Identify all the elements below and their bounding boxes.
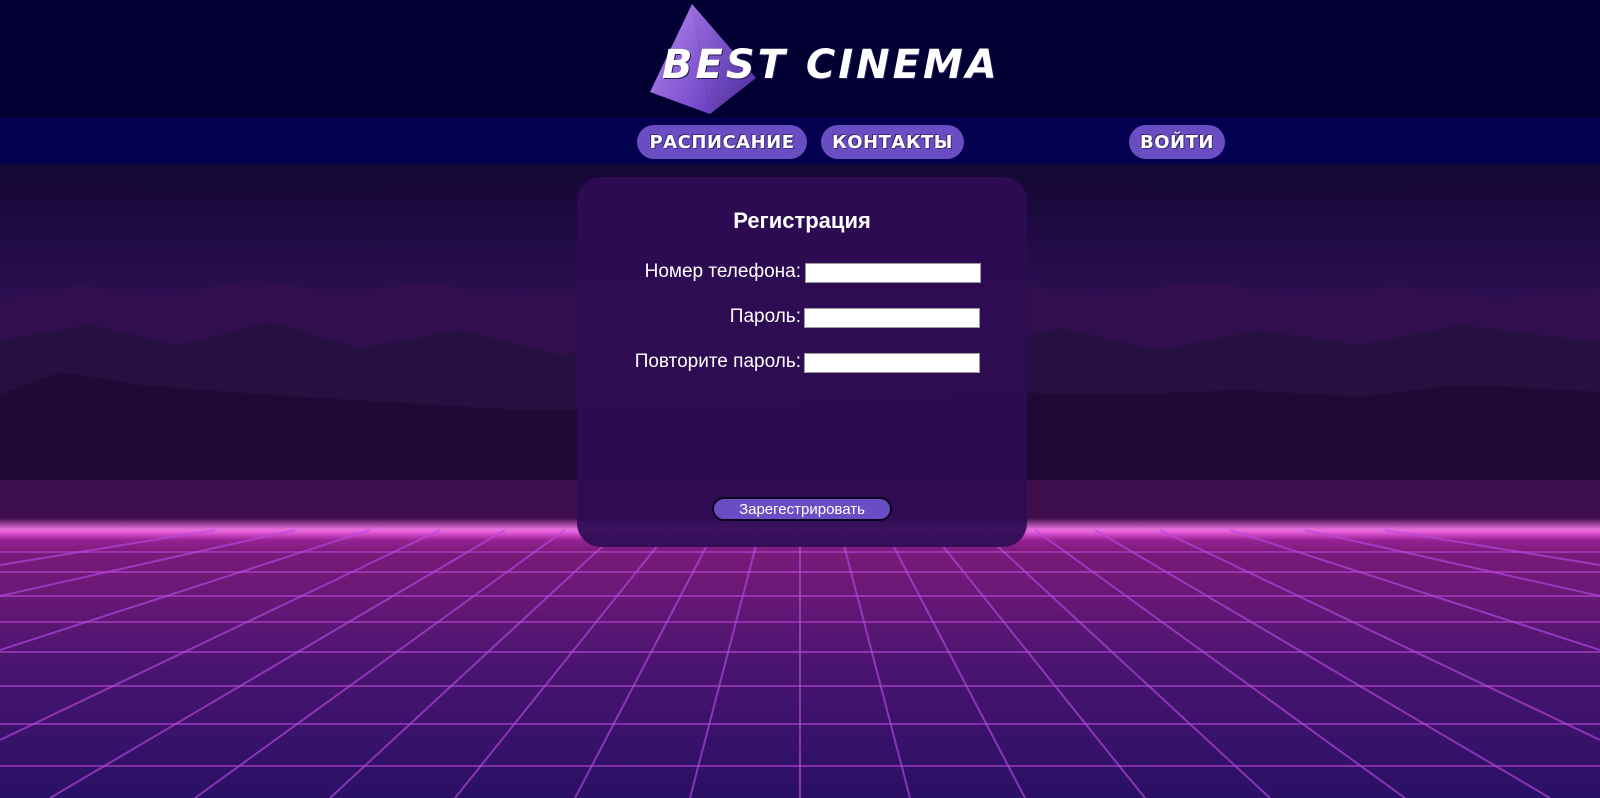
- phone-row: Номер телефона:: [577, 261, 1027, 283]
- logo-text: BEST CINEMA: [662, 42, 1000, 88]
- password-row: Пароль:: [577, 306, 1027, 328]
- site-logo[interactable]: BEST CINEMA: [648, 2, 997, 118]
- phone-label: Номер телефона:: [644, 261, 801, 282]
- logo-word-best: BEST: [662, 42, 788, 88]
- registration-panel: Регистрация Номер телефона: Пароль: Повт…: [577, 177, 1027, 547]
- password-label: Пароль:: [729, 306, 801, 327]
- main-nav: РАСПИСАНИЕ КОНТАКТЫ ВОЙТИ: [0, 118, 1600, 164]
- nav-schedule-button[interactable]: РАСПИСАНИЕ: [637, 125, 807, 159]
- registration-title: Регистрация: [733, 208, 871, 233]
- repeat-password-label: Повторите пароль:: [634, 351, 801, 372]
- password-input[interactable]: [804, 308, 980, 328]
- nav-contacts-button[interactable]: КОНТАКТЫ: [821, 125, 964, 159]
- phone-input[interactable]: [805, 263, 981, 283]
- nav-login-button[interactable]: ВОЙТИ: [1129, 125, 1225, 159]
- site-header: BEST CINEMA: [0, 0, 1600, 118]
- repeat-password-input[interactable]: [804, 353, 980, 373]
- repeat-password-row: Повторите пароль:: [577, 351, 1027, 373]
- register-button[interactable]: Зарегестрировать: [712, 497, 892, 521]
- logo-word-cinema: CINEMA: [805, 42, 1000, 88]
